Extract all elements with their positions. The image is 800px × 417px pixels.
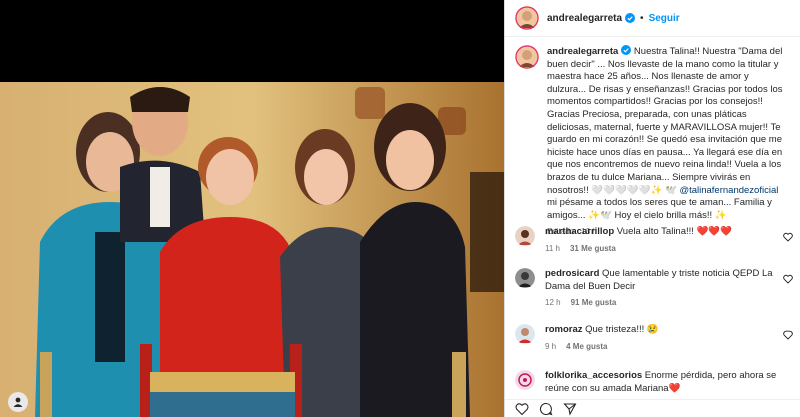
caption-text: andrealegarreta Nuestra Talina!! Nuestra… [547,45,790,222]
commenter-avatar[interactable] [515,370,535,390]
like-heart-icon[interactable] [783,274,793,284]
comment-time: 9 h [545,341,557,351]
caption-body-1: Nuestra Talina!! Nuestra "Dama del buen … [547,46,783,196]
like-icon[interactable] [515,402,529,416]
header-separator: • [640,12,644,24]
post-media[interactable] [0,0,504,417]
comment-meta: 9 h 4 Me gusta [545,342,785,351]
comment-username[interactable]: marthacarrillop [545,226,614,237]
like-heart-icon[interactable] [783,232,793,242]
comment-item: romoraz Que tristeza!!! 😢 9 h 4 Me gusta [505,324,800,351]
comment-time: 11 h [545,243,560,253]
comment-meta: 12 h 91 Me gusta [545,298,785,307]
caption-mention[interactable]: @talinafernandezoficial [679,185,778,196]
comment-likes[interactable]: 31 Me gusta [570,244,616,253]
post-photo [0,82,504,417]
share-icon[interactable] [563,402,577,416]
comment-username[interactable]: folklorika_accesorios [545,370,642,381]
author-avatar[interactable] [515,6,539,30]
follow-button[interactable]: Seguir [649,13,680,24]
comment-item: folklorika_accesorios Enorme pérdida, pe… [505,370,800,395]
comment-likes[interactable]: 4 Me gusta [566,342,607,351]
comment-username[interactable]: pedrosicard [545,268,599,279]
commenter-avatar[interactable] [515,324,535,344]
comment-item: pedrosicard Que lamentable y triste noti… [505,268,800,307]
comment-body: Vuela alto Talina!!! ❤️❤️❤️ [614,226,733,237]
comment-icon[interactable] [539,402,553,416]
comment-text: pedrosicard Que lamentable y triste noti… [545,268,785,293]
author-username[interactable]: andrealegarreta [547,13,622,24]
post-actions-bar [505,399,800,417]
comment-username[interactable]: romoraz [545,324,582,335]
post-side-panel: andrealegarreta • Seguir andrealegarreta… [504,0,800,417]
comment-time: 12 h [545,298,561,307]
caption-username[interactable]: andrealegarreta [547,46,618,57]
comment-text: marthacarrillop Vuela alto Talina!!! ❤️❤… [545,226,785,239]
commenter-avatar[interactable] [515,226,535,246]
post-header: andrealegarreta • Seguir [505,0,800,37]
commenter-avatar[interactable] [515,268,535,288]
comment-text: folklorika_accesorios Enorme pérdida, pe… [545,370,785,395]
verified-badge-icon [621,45,632,55]
caption-body-2: mi pésame a todos los seres que te aman.… [547,197,772,221]
verified-badge-icon [625,13,636,23]
post-caption: andrealegarreta Nuestra Talina!! Nuestra… [505,37,800,236]
comment-body: Que tristeza!!! 😢 [582,324,659,335]
comment-meta: 11 h 31 Me gusta [545,244,785,253]
comment-item: marthacarrillop Vuela alto Talina!!! ❤️❤… [505,226,800,253]
comment-text: romoraz Que tristeza!!! 😢 [545,324,785,337]
like-heart-icon[interactable] [783,330,793,340]
user-tag-icon[interactable] [8,392,28,412]
comment-likes[interactable]: 91 Me gusta [571,298,617,307]
caption-avatar[interactable] [515,45,539,69]
